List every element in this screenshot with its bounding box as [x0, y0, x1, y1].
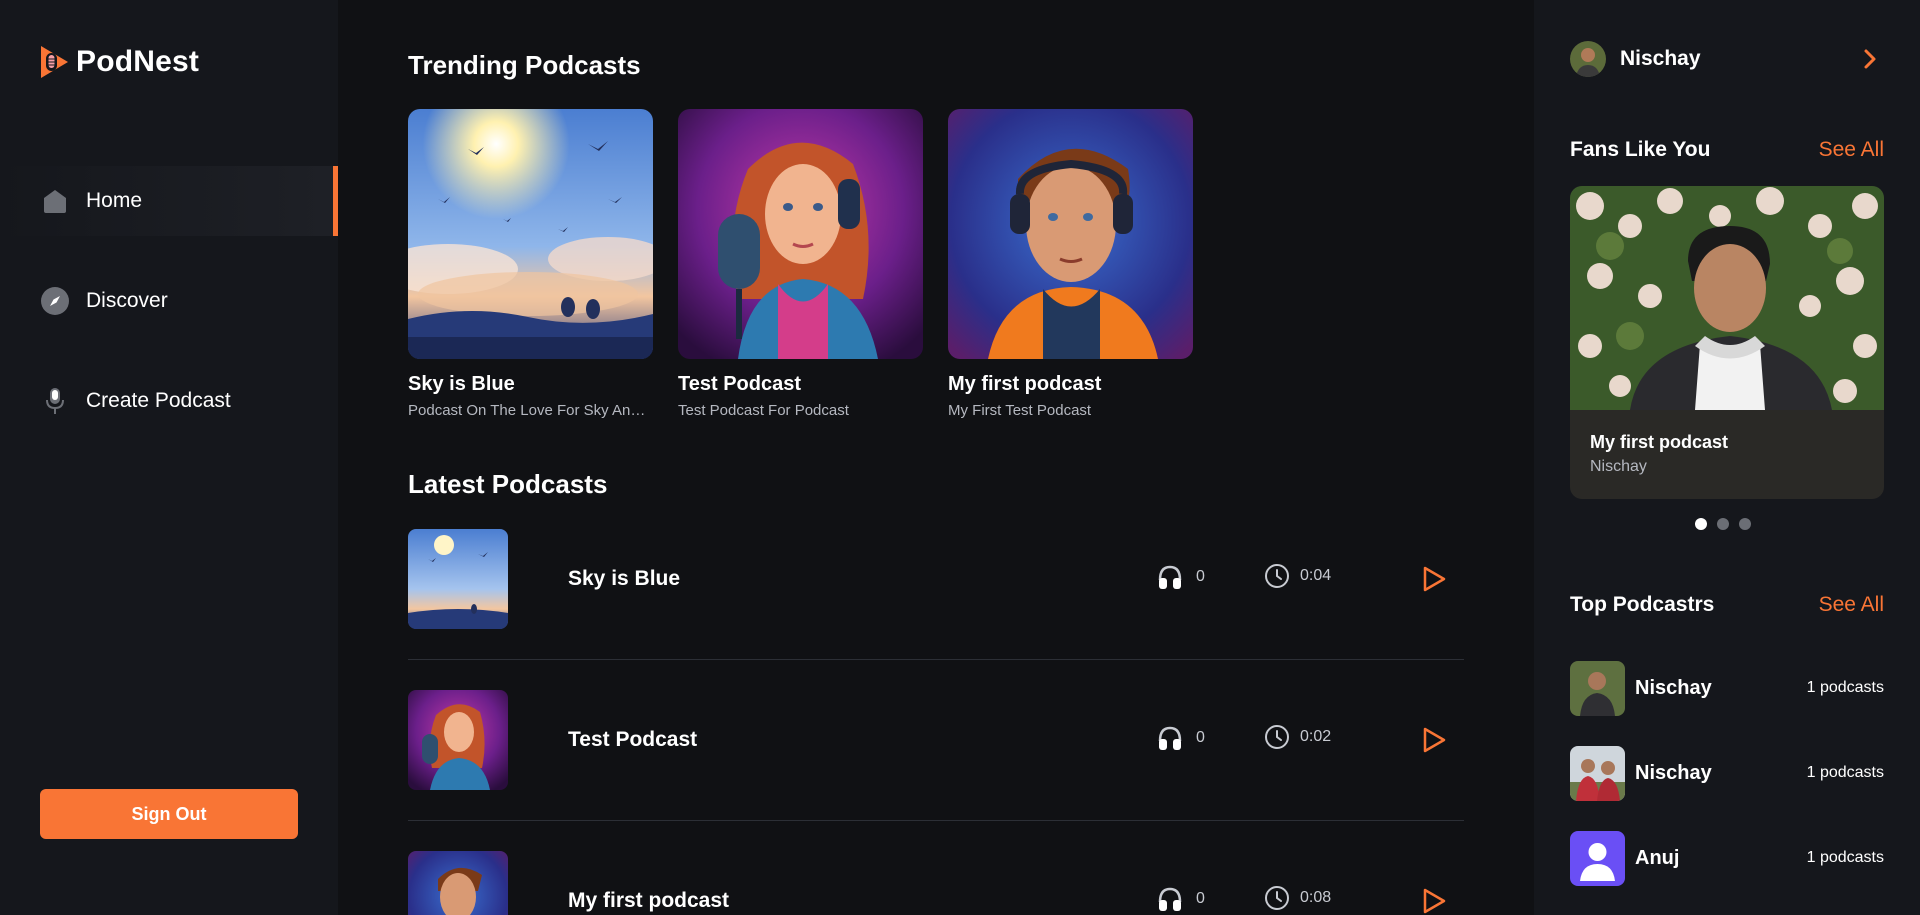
sidebar-item-create-podcast[interactable]: Create Podcast — [0, 366, 338, 436]
play-button[interactable] — [1416, 883, 1452, 915]
trending-title: Trending Podcasts — [408, 50, 641, 80]
logo-icon — [41, 46, 68, 78]
podcaster-name: Nischay — [1635, 761, 1712, 784]
sidebar-item-label: Discover — [86, 289, 168, 312]
carousel-dots — [1695, 518, 1751, 530]
latest-podcast-row[interactable]: My first podcast 0 0:08 — [408, 851, 1464, 915]
avatar — [1570, 830, 1625, 886]
sidebar-item-discover[interactable]: Discover — [0, 266, 338, 336]
play-icon — [1423, 888, 1446, 914]
fans-like-you-header: Fans Like You See All — [1570, 138, 1884, 162]
podcast-thumbnail — [408, 529, 508, 629]
trending-card[interactable]: Test Podcast Test Podcast For Podcast — [678, 109, 923, 419]
fans-like-you-title: Fans Like You — [1570, 138, 1711, 161]
latest-podcast-row[interactable]: Sky is Blue 0 0:04 — [408, 529, 1464, 629]
listen-count-value: 0 — [1196, 729, 1205, 746]
headphones-icon — [1158, 887, 1182, 911]
fan-podcast-image — [1570, 186, 1884, 410]
latest-podcast-row[interactable]: Test Podcast 0 0:02 — [408, 690, 1464, 790]
play-button[interactable] — [1416, 561, 1452, 597]
fans-see-all-link[interactable]: See All — [1819, 138, 1884, 162]
duration-value: 0:08 — [1300, 889, 1332, 906]
latest-podcast-title: My first podcast — [568, 889, 730, 912]
top-podcaster-row[interactable]: Anuj 1 podcasts — [1570, 830, 1884, 886]
trending-card[interactable]: My first podcast My First Test Podcast — [948, 109, 1193, 419]
trending-card[interactable]: Sky is Blue Podcast On The Love For Sky … — [408, 109, 653, 419]
avatar — [1570, 41, 1606, 77]
podcast-cover — [678, 109, 923, 359]
headphones-icon — [1158, 565, 1182, 589]
sidebar-item-label: Home — [86, 189, 143, 212]
trending-card-title: Sky is Blue — [408, 373, 515, 395]
listen-count: 0 — [1156, 563, 1205, 591]
compass-icon — [40, 286, 70, 316]
podcast-cover — [408, 109, 653, 359]
trending-card-title: Test Podcast — [678, 373, 801, 395]
podcast-thumbnail — [408, 690, 508, 790]
listen-count: 0 — [1156, 724, 1205, 752]
carousel-dot[interactable] — [1717, 518, 1729, 530]
divider — [408, 820, 1464, 821]
podcast-cover — [948, 109, 1193, 359]
podcast-count: 1 podcasts — [1806, 849, 1884, 866]
chevron-right-icon — [1864, 49, 1876, 69]
clock-icon — [1265, 725, 1289, 749]
clock-icon — [1265, 564, 1289, 588]
latest-podcast-title: Test Podcast — [568, 728, 698, 751]
duration: 0:04 — [1264, 563, 1331, 589]
right-sidebar: Nischay Fans Like You See All My first p… — [1534, 0, 1920, 915]
latest-title: Latest Podcasts — [408, 469, 608, 499]
play-button[interactable] — [1416, 722, 1452, 758]
listen-count-value: 0 — [1196, 890, 1205, 907]
latest-podcast-title: Sky is Blue — [568, 567, 681, 590]
duration-value: 0:02 — [1300, 728, 1332, 745]
listen-count-value: 0 — [1196, 568, 1205, 585]
duration: 0:02 — [1264, 724, 1331, 750]
top-podcasters-header: Top Podcastrs See All — [1570, 593, 1884, 617]
trending-card-description: My First Test Podcast — [948, 402, 1092, 419]
sign-out-button[interactable]: Sign Out — [40, 789, 298, 839]
duration: 0:08 — [1264, 885, 1331, 911]
sidebar-item-label: Create Podcast — [86, 389, 231, 412]
user-profile-link[interactable]: Nischay — [1570, 40, 1880, 78]
divider — [408, 659, 1464, 660]
podcast-count: 1 podcasts — [1806, 764, 1884, 781]
trending-card-description: Test Podcast For Podcast — [678, 402, 849, 419]
trending-card-title: My first podcast — [948, 373, 1102, 395]
clock-icon — [1265, 886, 1289, 910]
avatar — [1570, 660, 1625, 716]
sidebar-item-home[interactable]: Home — [0, 166, 338, 236]
top-podcaster-row[interactable]: Nischay 1 podcasts — [1570, 745, 1884, 801]
left-sidebar: PodNest Home Discover Create Podcast Sig… — [0, 0, 338, 915]
avatar — [1570, 745, 1625, 801]
top-see-all-link[interactable]: See All — [1819, 593, 1884, 617]
top-podcaster-row[interactable]: Nischay 1 podcasts — [1570, 660, 1884, 716]
play-icon — [1423, 566, 1446, 592]
headphones-icon — [1158, 726, 1182, 750]
fan-carousel-card[interactable]: My first podcast Nischay — [1570, 186, 1884, 499]
podcast-count: 1 podcasts — [1806, 679, 1884, 696]
app-logo[interactable]: PodNest — [38, 44, 199, 80]
duration-value: 0:04 — [1300, 567, 1332, 584]
microphone-icon — [40, 386, 70, 416]
podcast-thumbnail — [408, 851, 508, 915]
trending-card-description: Podcast On The Love For Sky And I... — [408, 402, 653, 419]
user-placeholder-icon — [1570, 830, 1625, 886]
listen-count: 0 — [1156, 885, 1205, 913]
fan-card-title: My first podcast — [1590, 432, 1729, 452]
podcaster-name: Nischay — [1635, 676, 1712, 699]
play-icon — [1423, 727, 1446, 753]
user-name: Nischay — [1620, 47, 1701, 70]
main-content: Trending Podcasts Sky is Blue Podcast On… — [338, 0, 1534, 915]
carousel-dot[interactable] — [1739, 518, 1751, 530]
home-icon — [40, 186, 70, 216]
carousel-dot[interactable] — [1695, 518, 1707, 530]
top-podcasters-title: Top Podcastrs — [1570, 593, 1715, 616]
podcaster-name: Anuj — [1635, 846, 1680, 869]
app-name: PodNest — [76, 45, 200, 78]
fan-card-author: Nischay — [1590, 458, 1647, 475]
